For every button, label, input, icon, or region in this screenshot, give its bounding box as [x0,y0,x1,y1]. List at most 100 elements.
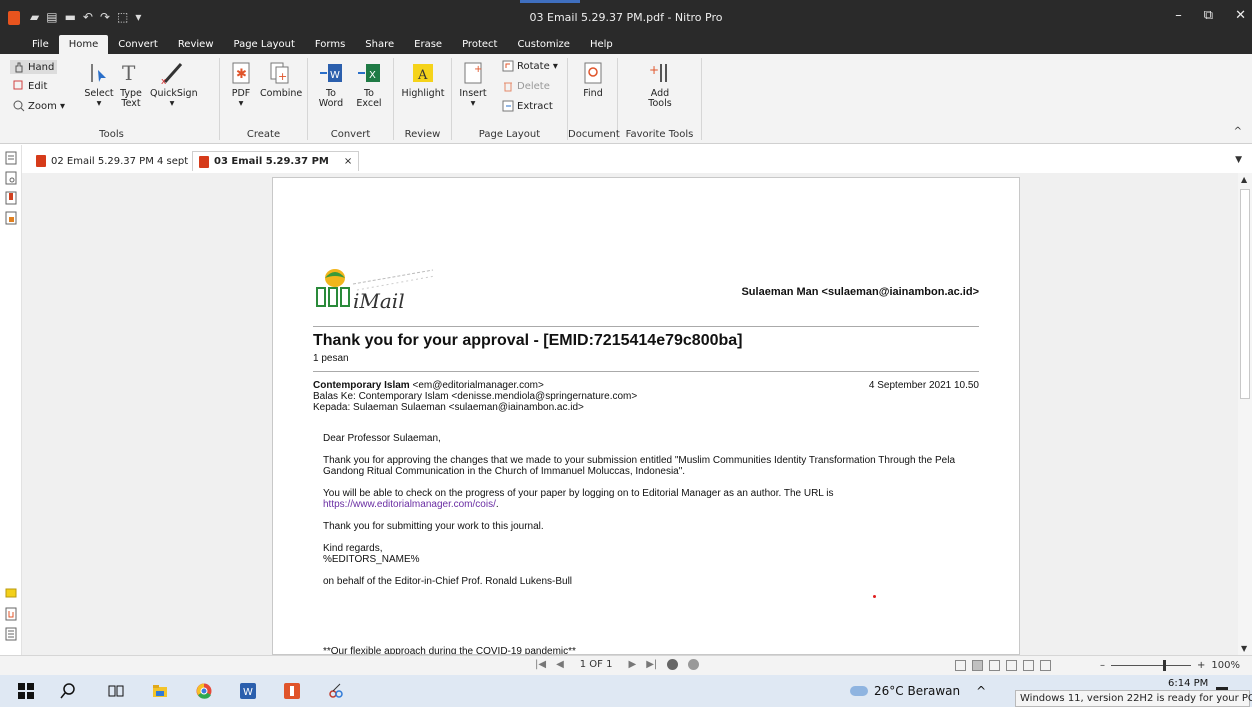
highlight-button[interactable]: A Highlight [398,60,448,99]
insert-button[interactable]: + Insert ▾ [458,60,488,109]
pdf-button[interactable]: ✱ PDF ▾ [226,60,256,109]
doc-tab-02-email[interactable]: 02 Email 5.29.37 PM 4 sept 21 [30,151,210,171]
paragraph-approval: Thank you for approving the changes that… [323,455,956,477]
extract-button[interactable]: Extract [502,100,553,112]
continuous-view-icon[interactable] [972,660,983,671]
header-divider [313,326,979,327]
facing-continuous-view-icon[interactable] [1006,660,1017,671]
type-text-button[interactable]: T Type Text [116,60,146,109]
tab-customize[interactable]: Customize [507,39,580,54]
edit-tool-button[interactable]: Edit [13,80,47,92]
tab-erase[interactable]: Erase [404,39,452,54]
tab-convert[interactable]: Convert [108,39,168,54]
tab-home[interactable]: Home [58,35,109,54]
last-page-icon[interactable]: ▶| [646,659,657,670]
tab-share[interactable]: Share [355,39,404,54]
scroll-up-icon[interactable]: ▲ [1241,175,1247,184]
doc-tab-03-email[interactable]: 03 Email 5.29.37 PM × [192,151,360,171]
scroll-thumb[interactable] [1240,189,1250,399]
search-panel-icon[interactable] [5,171,17,185]
hand-tool-button[interactable]: Hand [10,60,58,74]
extract-icon [502,100,514,112]
forward-view-icon[interactable] [688,659,700,670]
prev-page-icon[interactable]: ◀ [556,659,564,670]
select-button[interactable]: Select ▾ [84,60,114,109]
word-app-icon[interactable]: W [240,683,256,699]
restore-button[interactable]: ⧉ [1204,8,1213,23]
svg-text:✱: ✱ [236,67,247,82]
task-view-icon[interactable] [108,683,124,699]
group-label-convert: Convert [330,129,371,140]
output-panel-icon[interactable] [5,627,17,641]
tab-protect[interactable]: Protect [452,39,507,54]
scroll-down-icon[interactable]: ▼ [1241,644,1247,653]
rotate-button[interactable]: Rotate ▾ [502,60,558,72]
doc-tab-label: 03 Email 5.29.37 PM [214,156,329,167]
tray-expand-icon[interactable]: ^ [976,684,986,698]
svg-text:X: X [369,70,376,81]
extract-label: Extract [517,100,553,112]
left-side-panel [0,145,22,655]
email-meta: Contemporary Islam <em@editorialmanager.… [313,380,637,413]
zoom-tool-button[interactable]: Zoom ▾ [13,100,65,112]
bookmarks-panel-icon[interactable] [5,191,17,205]
tab-file[interactable]: File [0,39,59,54]
trash-icon [502,80,514,92]
tab-page-layout[interactable]: Page Layout [224,39,305,54]
ribbon-group-favorite-tools: + Add Tools Favorite Tools [618,58,702,140]
add-tools-button[interactable]: + Add Tools [642,60,678,109]
find-label: Find [583,88,603,99]
taskbar-clock[interactable]: 6:14 PM [1168,678,1208,689]
quicksign-caret: ▾ [169,98,175,109]
quicksign-button[interactable]: x QuickSign ▾ [150,60,198,109]
vertical-scrollbar[interactable]: ▲ ▼ [1238,173,1252,655]
delete-label: Delete [517,80,550,92]
single-page-view-icon[interactable] [955,660,966,671]
tab-forms[interactable]: Forms [305,39,355,54]
tools-label: Tools [648,98,672,109]
tab-review[interactable]: Review [168,39,224,54]
collapse-ribbon-icon[interactable]: ^ [1234,126,1242,137]
pdf-page: iMail Sulaeman Man <sulaeman@iainambon.a… [272,177,1020,655]
tabs-dropdown-icon[interactable]: ▼ [1235,155,1242,165]
find-button[interactable]: Find [576,60,610,99]
first-page-icon[interactable]: |◀ [535,659,546,670]
security-panel-icon[interactable] [5,211,17,225]
attachments-panel-icon[interactable] [5,607,17,621]
zoom-in-button[interactable]: + [1197,660,1205,671]
nitro-taskbar-icon[interactable] [284,683,300,699]
fit-view-icon[interactable] [1040,660,1051,671]
delete-page-button[interactable]: Delete [502,80,550,92]
pages-panel-icon[interactable] [5,151,17,165]
back-view-icon[interactable] [667,659,679,670]
page-indicator[interactable]: 1 OF 1 [580,659,613,670]
to-excel-button[interactable]: X To Excel [352,60,386,109]
editorial-manager-link[interactable]: https://www.editorialmanager.com/cois/ [323,499,496,510]
zoom-out-button[interactable]: – [1100,660,1105,671]
to-excel-label-2: Excel [356,98,382,109]
imail-logo: iMail [316,269,436,312]
comments-panel-icon[interactable] [5,587,17,601]
select-caret: ▾ [96,98,102,109]
svg-text:W: W [330,70,340,81]
tab-help[interactable]: Help [580,39,623,54]
zoom-level[interactable]: 100% [1211,660,1240,671]
ribbon-group-tools: Hand Edit Zoom ▾ Select ▾ T Type Text x Qu… [4,58,220,140]
to-word-button[interactable]: W To Word [314,60,348,109]
snipping-tool-icon[interactable] [328,683,344,699]
facing-view-icon[interactable] [989,660,1000,671]
close-tab-icon[interactable]: × [344,156,352,167]
combine-button[interactable]: + Combine [260,60,302,99]
close-window-button[interactable]: ✕ [1235,8,1246,23]
presentation-view-icon[interactable] [1023,660,1034,671]
pdf-caret: ▾ [238,98,244,109]
next-page-icon[interactable]: ▶ [628,659,636,670]
chrome-icon[interactable] [196,683,212,699]
minimize-button[interactable]: – [1175,8,1182,23]
zoom-slider[interactable] [1111,660,1191,671]
file-explorer-icon[interactable] [152,683,168,699]
search-icon[interactable] [60,683,76,699]
windows-start-icon[interactable] [18,683,34,699]
zoom-slider-knob[interactable] [1163,660,1166,671]
weather-widget[interactable]: 26°C Berawan ^ [850,684,986,698]
